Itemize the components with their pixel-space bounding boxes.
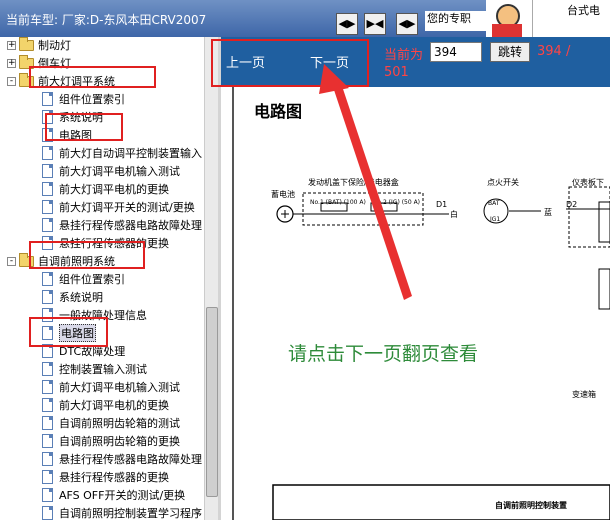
transmission-label: 变速箱 [572, 390, 596, 399]
tree-panel: + 制动灯 + 倒车灯 - 前大灯调平系统 组件位置索引 系统说明 电路图 前大灯自动调平控制装置… [0, 37, 218, 520]
tree-item-label: 前大灯自动调平控制装置输入 [59, 147, 202, 160]
tree-item-label: AFS OFF开关的测试/更换 [59, 489, 186, 502]
tree-item-label: 悬挂行程传感器电路故障处理 [59, 219, 202, 232]
document-icon [42, 290, 53, 304]
tree-doc-item[interactable]: 悬挂行程传感器的更换 [42, 468, 169, 486]
tree-doc-item[interactable]: 悬挂行程传感器电路故障处理 [42, 450, 202, 468]
header-bar: 当前车型: 厂家:D-东风本田CRV2007 ◀▶ ▶◀ ◀▶ 您的专职 台式电 [0, 0, 610, 37]
tree-item-label: 控制装置输入测试 [59, 363, 147, 376]
tree-item-label: 自调前照明控制装置学习程序 [59, 507, 202, 520]
tree-doc-item[interactable]: 前大灯调平电机输入测试 [42, 162, 180, 180]
document-icon [42, 470, 53, 484]
highlight-box [29, 66, 156, 88]
tree-item-label: 组件位置索引 [59, 273, 125, 286]
battery-label: 蓄电池 [271, 190, 295, 199]
collapse-icon[interactable]: - [7, 76, 16, 86]
d2-label: D2 [566, 200, 578, 209]
tree-doc-item[interactable]: 前大灯自动调平控制装置输入 [42, 144, 202, 162]
mascot-logo [486, 0, 532, 37]
tree-doc-item[interactable]: 前大灯调平电机的更换 [42, 180, 169, 198]
tree-doc-item[interactable]: AFS OFF开关的测试/更换 [42, 486, 185, 504]
document-icon [42, 218, 53, 232]
highlight-box [211, 39, 369, 87]
document-icon [42, 452, 53, 466]
tree-folder-item[interactable]: + 制动灯 [7, 37, 71, 54]
tree-doc-item[interactable]: 悬挂行程传感器电路故障处理 [42, 216, 202, 234]
tree-doc-item[interactable]: 前大灯调平开关的测试/更换 [42, 198, 195, 216]
page-total-b: 501 [384, 65, 409, 80]
tree-doc-item[interactable]: 系统说明 [42, 288, 103, 306]
tree-doc-item[interactable]: 前大灯调平电机输入测试 [42, 378, 180, 396]
blue-wire-label: 蓝 [544, 208, 552, 217]
hint-text: 请点击下一页翻页查看 [288, 343, 479, 365]
jump-button[interactable]: 跳转 [490, 42, 530, 62]
page-total-a: 394 / [537, 44, 571, 59]
tree-item-label: 前大灯调平电机输入测试 [59, 381, 180, 394]
tree-doc-item[interactable]: 自调前照明控制装置学习程序 [42, 504, 202, 520]
document-icon [42, 416, 53, 430]
tree-doc-item[interactable]: 组件位置索引 [42, 90, 125, 108]
document-icon [42, 506, 53, 520]
tree-doc-item[interactable]: 控制装置输入测试 [42, 360, 147, 378]
tree-item-label: 自调前照明齿轮箱的更换 [59, 435, 180, 448]
highlight-box [29, 317, 108, 347]
tree-item-label: 前大灯调平开关的测试/更换 [59, 201, 195, 214]
nav-button-last[interactable]: ◀▶ [396, 13, 418, 35]
highlight-box [29, 241, 145, 269]
document-icon [42, 398, 53, 412]
control-unit-label: 自调前照明控制装置 [495, 501, 567, 510]
tree-item-label: 制动灯 [38, 39, 71, 52]
fuse1-label: No.1 (BAT) (100 A) [310, 199, 366, 206]
document-icon [42, 434, 53, 448]
tree-item-label: 自调前照明齿轮箱的测试 [59, 417, 180, 430]
tree-item-label: 悬挂行程传感器的更换 [59, 471, 169, 484]
white-wire-label: 白 [450, 210, 458, 219]
fuse2-label: No.2 (IG) (50 A) [373, 199, 421, 206]
tree-item-label: 前大灯调平电机输入测试 [59, 165, 180, 178]
scroll-thumb[interactable] [206, 307, 218, 497]
tree-item-label: 悬挂行程传感器电路故障处理 [59, 453, 202, 466]
bat-label: BAT [488, 200, 500, 207]
document-icon [42, 488, 53, 502]
expand-icon[interactable]: + [7, 58, 16, 68]
nav-button-middle[interactable]: ▶◀ [364, 13, 386, 35]
tree-doc-item[interactable]: 前大灯调平电机的更换 [42, 396, 169, 414]
desk-label: 台式电 [532, 0, 610, 37]
current-car-label: 当前车型: 厂家:D-东风本田CRV2007 [6, 13, 207, 27]
document-icon [42, 182, 53, 196]
tree-doc-item[interactable]: 自调前照明齿轮箱的测试 [42, 414, 180, 432]
document-icon [42, 200, 53, 214]
current-page-label: 当前为 [384, 48, 424, 63]
folder-icon [19, 37, 34, 51]
tree-item-label: 前大灯调平电机的更换 [59, 399, 169, 412]
ignition-label: 点火开关 [487, 178, 519, 187]
tree-item-label: 系统说明 [59, 291, 103, 304]
dashboard-fuse-label: 仪表板下 [572, 178, 604, 187]
tree-doc-item[interactable]: 组件位置索引 [42, 270, 125, 288]
document-icon [42, 362, 53, 376]
d1-label: D1 [436, 200, 448, 209]
profile-text: 您的专职 [425, 11, 487, 31]
tree-scrollbar[interactable] [204, 37, 218, 520]
document-icon [42, 92, 53, 106]
fuse-box-label: 发动机盖下保险/继电器盒 [308, 178, 399, 187]
collapse-icon[interactable]: - [7, 256, 16, 266]
expand-icon[interactable]: + [7, 40, 16, 50]
ig1-label: IG1 [490, 216, 501, 223]
tree-item-label: 前大灯调平电机的更换 [59, 183, 169, 196]
tree-doc-item[interactable]: 自调前照明齿轮箱的更换 [42, 432, 180, 450]
document-icon [42, 164, 53, 178]
document-icon [42, 146, 53, 160]
document-icon [42, 380, 53, 394]
highlight-box [45, 113, 123, 141]
document-icon [42, 272, 53, 286]
page-number-input[interactable] [430, 42, 482, 62]
tree-item-label: 组件位置索引 [59, 93, 125, 106]
circuit-diagram [272, 186, 610, 520]
nav-button-first[interactable]: ◀▶ [336, 13, 358, 35]
